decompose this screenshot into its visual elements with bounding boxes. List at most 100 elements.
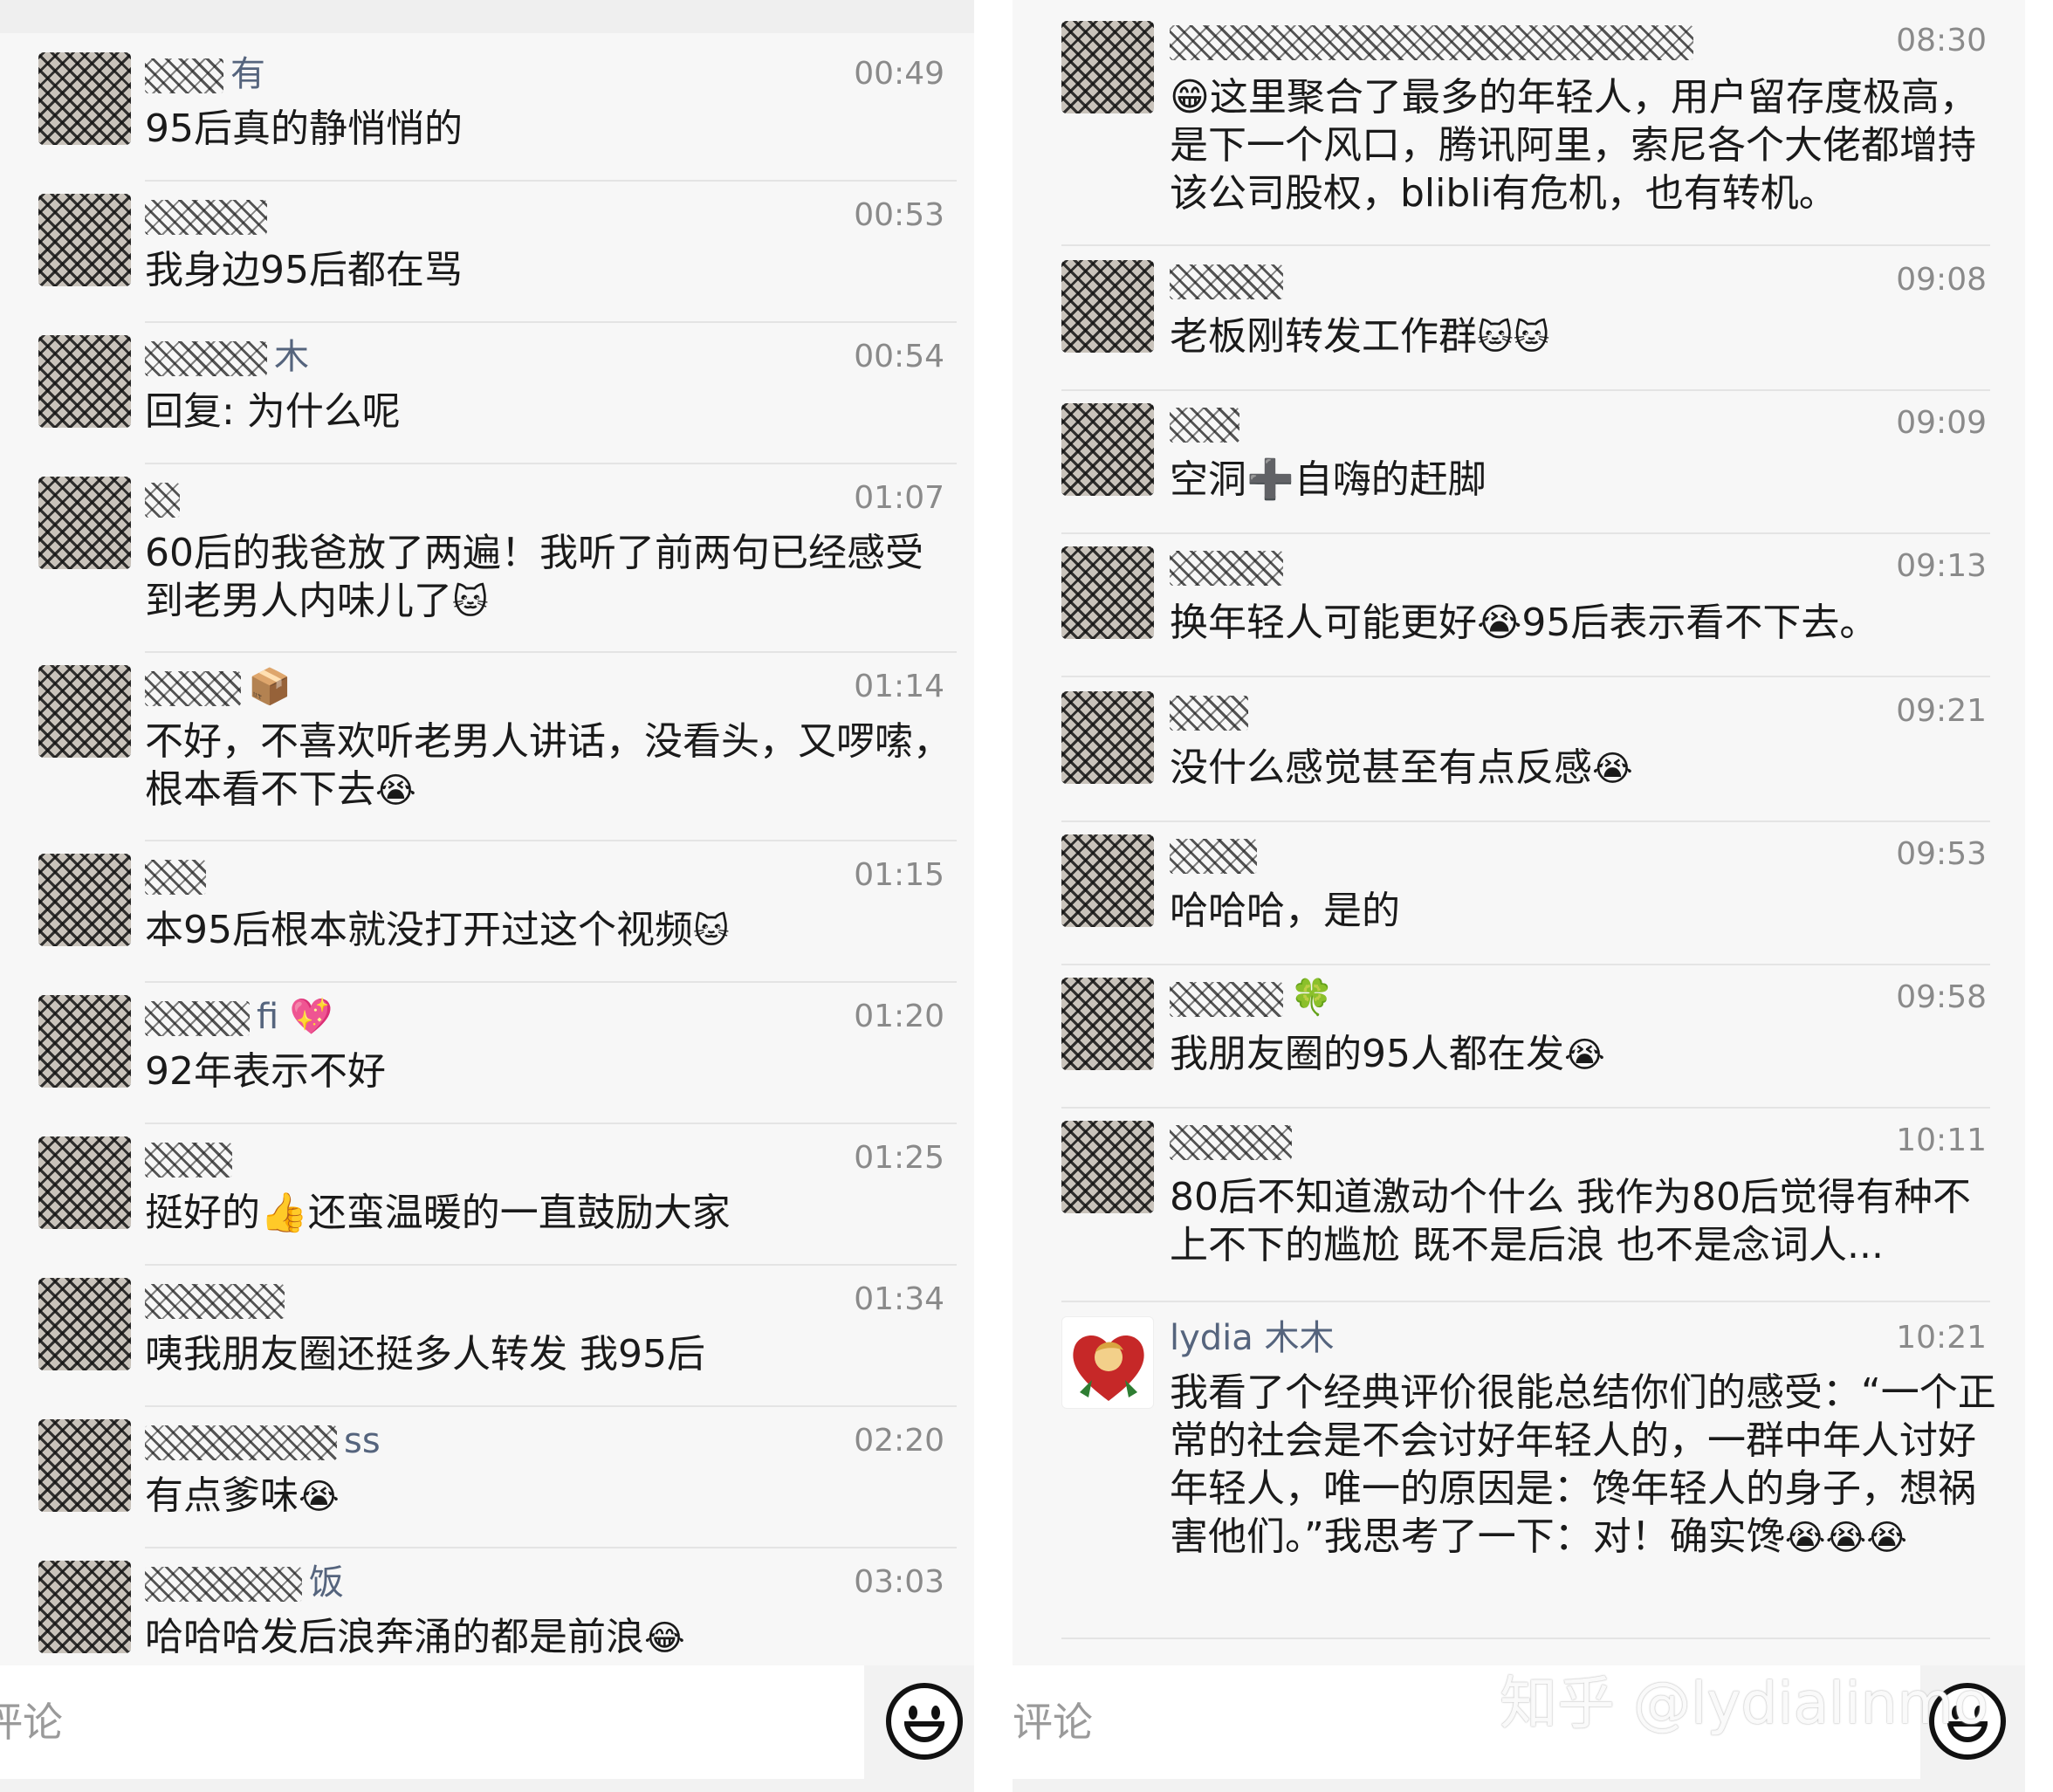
- comment-time: 09:58: [1896, 979, 1987, 1015]
- redacted-name: [145, 341, 267, 376]
- avatar[interactable]: [38, 1561, 131, 1653]
- comment-time: 09:13: [1896, 548, 1987, 584]
- avatar[interactable]: [1061, 978, 1154, 1070]
- comment-text[interactable]: 80后不知道激动个什么 我作为80后觉得有种不上不下的尴尬 既不是后浪 也不是念…: [1170, 1173, 1999, 1269]
- comment-text[interactable]: 60后的我爸放了两遍！我听了前两句已经感受到老男人内味儿了🐱: [145, 529, 957, 627]
- avatar[interactable]: [38, 665, 131, 758]
- avatar[interactable]: [38, 995, 131, 1088]
- avatar[interactable]: [1061, 1121, 1154, 1213]
- avatar[interactable]: [1061, 1316, 1154, 1409]
- comment-time: 10:21: [1896, 1320, 1987, 1356]
- avatar[interactable]: [1061, 691, 1154, 784]
- username[interactable]: [145, 1136, 239, 1180]
- username[interactable]: [1170, 690, 1255, 733]
- avatar[interactable]: [38, 194, 131, 286]
- comment-text[interactable]: 我身边95后都在骂: [145, 246, 957, 294]
- clover-emoji-icon: 🍀: [1290, 978, 1334, 1018]
- comment-placeholder: 评论: [0, 1699, 63, 1746]
- comment-text-body: 不好，不喜欢听老男人讲话，没看头，又啰嗦，根本看不下去: [145, 719, 951, 812]
- username-visible: 木: [274, 337, 309, 377]
- username[interactable]: [145, 194, 274, 237]
- username[interactable]: [1170, 19, 1700, 63]
- comment-text[interactable]: 哈哈哈，是的: [1170, 887, 1999, 935]
- divider: [145, 651, 957, 653]
- username[interactable]: lydia 木木: [1170, 1316, 1335, 1360]
- comment-text[interactable]: 有点爹味😭: [145, 1472, 957, 1521]
- comment-text[interactable]: 回复: 为什么呢: [145, 388, 957, 436]
- username[interactable]: [145, 1278, 292, 1322]
- comment-placeholder: 评论: [1013, 1699, 1093, 1746]
- username[interactable]: ss: [145, 1419, 381, 1463]
- username[interactable]: [1170, 258, 1290, 302]
- zhihu-watermark: 知乎 @lydialinmo: [1500, 1670, 1989, 1737]
- divider: [145, 1264, 957, 1266]
- divider: [145, 180, 957, 182]
- top-strip: [0, 0, 974, 33]
- comment-text-body: 有点爹味: [145, 1473, 299, 1518]
- divider: [1061, 676, 1990, 677]
- avatar[interactable]: [38, 1278, 131, 1370]
- avatar[interactable]: [38, 1419, 131, 1512]
- username[interactable]: [145, 854, 213, 897]
- username[interactable]: 📦: [145, 665, 292, 709]
- comment-time: 01:34: [854, 1281, 944, 1317]
- username[interactable]: [1170, 545, 1290, 588]
- avatar[interactable]: [1061, 834, 1154, 927]
- avatar[interactable]: [1061, 260, 1154, 353]
- comment-time: 01:20: [854, 999, 944, 1034]
- username[interactable]: 🍀: [1170, 976, 1334, 1020]
- eye-icon: [931, 1706, 940, 1720]
- avatar[interactable]: [38, 477, 131, 569]
- smiley-face-icon[interactable]: [886, 1683, 963, 1760]
- redacted-name: [1170, 696, 1248, 731]
- comment-text[interactable]: 我看了个经典评价很能总结你们的感受：“一个正常的社会是不会讨好年轻人的，一群中年…: [1170, 1369, 1999, 1562]
- comment-time: 00:54: [854, 339, 944, 374]
- redacted-name: [1170, 839, 1257, 874]
- username[interactable]: [1170, 1119, 1299, 1163]
- divider: [145, 1547, 957, 1548]
- avatar[interactable]: [1061, 21, 1154, 113]
- avatar[interactable]: [1061, 546, 1154, 639]
- username[interactable]: [145, 477, 187, 520]
- comment-text[interactable]: 95后真的静悄悄的: [145, 105, 957, 153]
- avatar[interactable]: [38, 1136, 131, 1229]
- comment-text[interactable]: 空洞➕自嗨的赶脚: [1170, 456, 1999, 504]
- redacted-name: [145, 1284, 285, 1319]
- redacted-name: [145, 671, 241, 706]
- avatar[interactable]: [1061, 403, 1154, 496]
- tear-laugh-emoji-icon: 😭: [1825, 1518, 1867, 1558]
- cat-emoji-icon: 🐱: [1513, 318, 1550, 358]
- divider: [1061, 389, 1990, 391]
- comment-text-body: 哈哈哈发后浪奔涌的都是前浪: [145, 1615, 644, 1659]
- comment-text[interactable]: 挺好的👍还蛮温暖的一直鼓励大家: [145, 1189, 957, 1237]
- box-emoji-icon: 📦: [248, 667, 292, 707]
- username[interactable]: 木: [145, 335, 309, 379]
- username[interactable]: fi 💖: [145, 995, 333, 1039]
- avatar[interactable]: [38, 854, 131, 946]
- avatar[interactable]: [38, 52, 131, 145]
- comment-text[interactable]: 我朋友圈的95人都在发😭: [1170, 1030, 1999, 1080]
- comment-text[interactable]: 哈哈哈发后浪奔涌的都是前浪😂: [145, 1613, 957, 1663]
- comment-text[interactable]: 咦我朋友圈还挺多人转发 我95后: [145, 1330, 957, 1378]
- comment-text[interactable]: 老板刚转发工作群🐱🐱: [1170, 312, 1999, 362]
- avatar[interactable]: [38, 335, 131, 428]
- comment-text[interactable]: 换年轻人可能更好😭95后表示看不下去。: [1170, 599, 1999, 647]
- comment-time: 09:08: [1896, 262, 1987, 298]
- divider: [145, 321, 957, 323]
- username[interactable]: [1170, 833, 1264, 876]
- divider: [1061, 244, 1990, 246]
- comment-time: 08:30: [1896, 23, 1987, 58]
- redacted-name: [1170, 551, 1283, 586]
- username[interactable]: 有: [145, 52, 265, 96]
- comment-text[interactable]: 没什么感觉甚至有点反感😭: [1170, 744, 1999, 793]
- username[interactable]: [1170, 402, 1246, 445]
- comment-text[interactable]: 😁这里聚合了最多的年轻人，用户留存度极高，是下一个风口，腾讯阿里，索尼各个大佬都…: [1170, 73, 1999, 217]
- redacted-name: [145, 860, 206, 895]
- comment-time: 02:20: [854, 1423, 944, 1459]
- divider: [1061, 532, 1990, 534]
- username[interactable]: 饭: [145, 1561, 344, 1604]
- comment-text[interactable]: 92年表示不好: [145, 1047, 957, 1095]
- comment-text[interactable]: 本95后根本就没打开过这个视频🐱: [145, 906, 957, 956]
- comment-input-left[interactable]: 评论: [0, 1665, 864, 1779]
- comment-text[interactable]: 不好，不喜欢听老男人讲话，没看头，又啰嗦，根本看不下去😭: [145, 717, 957, 815]
